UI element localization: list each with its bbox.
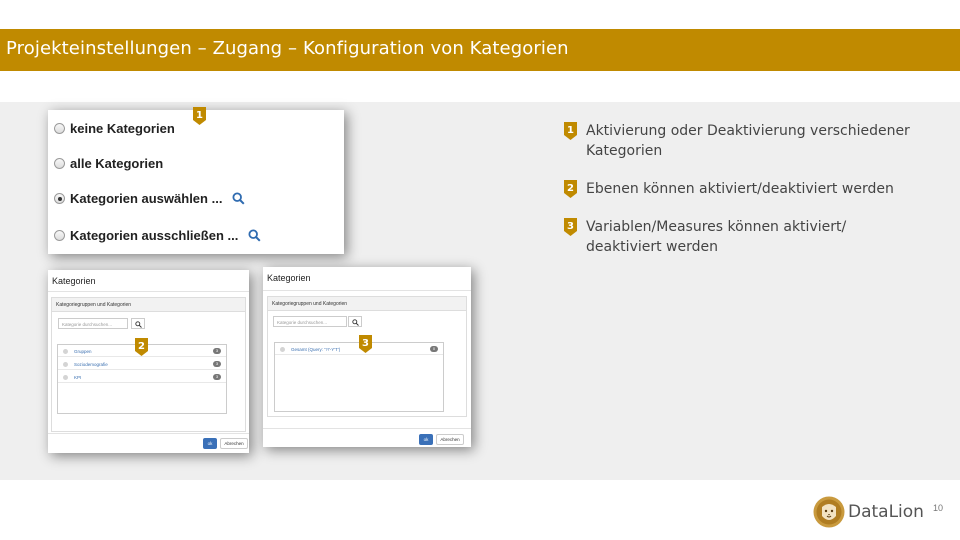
radio-label: alle Kategorien: [70, 156, 164, 171]
marker-2: 2: [564, 180, 577, 198]
list-item[interactable]: Soziodemografie 3: [58, 358, 226, 370]
search-icon: [135, 321, 142, 328]
page-number: 10: [933, 503, 944, 513]
divider: [263, 290, 471, 291]
category-dialog-variables: Kategorien Kategoriegruppen und Kategori…: [263, 267, 471, 447]
logo-text: DataLion: [848, 502, 924, 522]
marker-1: 1: [564, 122, 577, 140]
marker-number: 2: [567, 183, 574, 194]
radio-option-select[interactable]: Kategorien auswählen ...: [54, 191, 245, 206]
radio-option-none[interactable]: keine Kategorien: [54, 121, 175, 136]
radio-option-all[interactable]: alle Kategorien: [54, 156, 163, 171]
search-input[interactable]: Kategorie durchsuchen...: [58, 318, 128, 329]
divider: [48, 291, 249, 292]
item-radio[interactable]: [63, 362, 68, 367]
count-badge: 3: [213, 348, 221, 354]
search-input[interactable]: Kategorie durchsuchen...: [273, 316, 347, 327]
marker-number: 3: [567, 221, 574, 232]
radio-label: keine Kategorien: [70, 121, 175, 136]
marker-number: 1: [567, 125, 574, 136]
marker-number: 3: [362, 338, 369, 349]
dialog-title: Kategorien: [52, 276, 96, 286]
slide: Projekteinstellungen – Zugang – Konfigur…: [0, 0, 960, 540]
ok-button[interactable]: ok: [203, 438, 217, 449]
search-button[interactable]: [348, 316, 362, 327]
divider: [263, 428, 471, 429]
category-mode-panel: keine Kategorien alle Kategorien Kategor…: [48, 110, 344, 254]
marker-number: 2: [138, 341, 145, 352]
search-icon[interactable]: [232, 192, 245, 205]
legend-text: Ebenen können aktiviert/deaktiviert werd…: [586, 181, 894, 197]
radio-button[interactable]: [54, 230, 65, 241]
radio-button[interactable]: [54, 123, 65, 134]
item-radio[interactable]: [280, 347, 285, 352]
radio-button[interactable]: [54, 158, 65, 169]
item-label[interactable]: Gruppen: [74, 349, 92, 354]
radio-label: Kategorien ausschließen ...: [70, 228, 239, 243]
ok-button[interactable]: ok: [419, 434, 433, 445]
panel-heading: Kategoriegruppen und Kategorien: [52, 298, 245, 312]
marker-number: 1: [196, 110, 203, 121]
radio-button-checked[interactable]: [54, 193, 65, 204]
lion-head-icon: [813, 496, 845, 528]
search-button[interactable]: [131, 318, 145, 329]
dialog-panel: Kategoriegruppen und Kategorien Kategori…: [267, 296, 467, 417]
divider: [48, 433, 249, 434]
title-bar: Projekteinstellungen – Zugang – Konfigur…: [0, 29, 960, 71]
list-item[interactable]: KPI 3: [58, 371, 226, 383]
panel-heading: Kategoriegruppen und Kategorien: [268, 297, 466, 311]
count-badge: 3: [213, 374, 221, 380]
marker-1: 1: [193, 107, 206, 125]
item-label[interactable]: Soziodemografie: [74, 362, 108, 367]
item-radio[interactable]: [63, 349, 68, 354]
count-badge: 3: [213, 361, 221, 367]
count-badge: 0: [430, 346, 438, 352]
item-label[interactable]: KPI: [74, 375, 81, 380]
legend-text: Aktivierung oder Deaktivierung verschied…: [586, 123, 910, 159]
item-label[interactable]: Gesamt (Query: '?!'-Y'T'): [291, 347, 340, 352]
radio-option-exclude[interactable]: Kategorien ausschließen ...: [54, 228, 261, 243]
item-radio[interactable]: [63, 375, 68, 380]
dialog-panel: Kategoriegruppen und Kategorien Kategori…: [51, 297, 246, 432]
marker-3: 3: [359, 335, 372, 353]
category-dialog-groups: Kategorien Kategoriegruppen und Kategori…: [48, 270, 249, 453]
dialog-title: Kategorien: [267, 273, 311, 283]
search-icon: [352, 319, 359, 326]
search-icon[interactable]: [248, 229, 261, 242]
radio-label: Kategorien auswählen ...: [70, 191, 223, 206]
legend-text: Variablen/Measures können aktiviert/ dea…: [586, 219, 847, 255]
marker-2: 2: [135, 338, 148, 356]
marker-3: 3: [564, 218, 577, 236]
cancel-button[interactable]: Abrechen: [220, 438, 248, 449]
cancel-button[interactable]: Abrechen: [436, 434, 464, 445]
slide-title: Projekteinstellungen – Zugang – Konfigur…: [6, 38, 569, 59]
